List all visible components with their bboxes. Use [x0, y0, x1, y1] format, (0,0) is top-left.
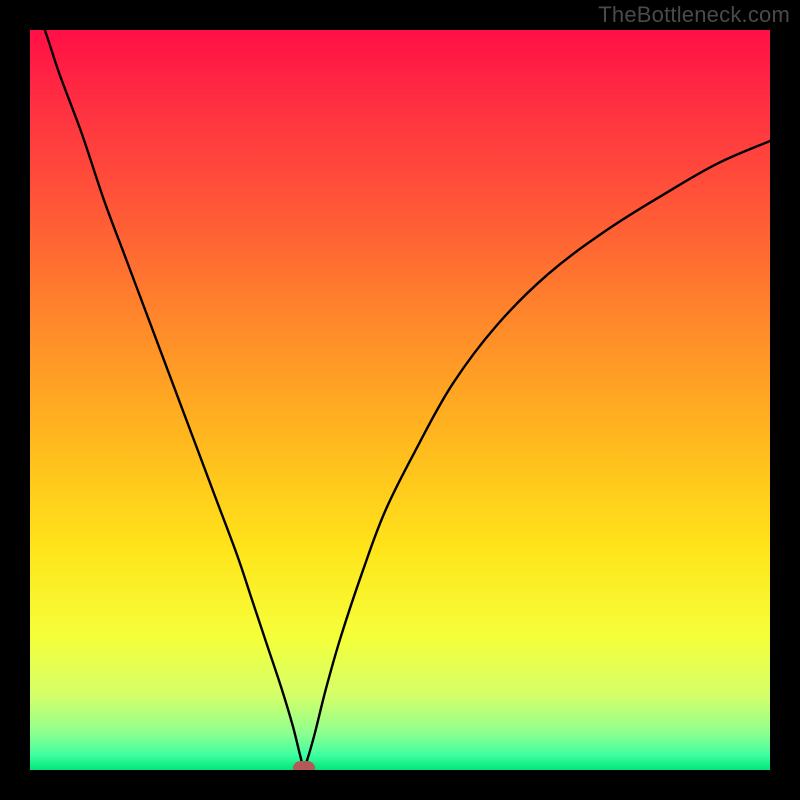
chart-frame: TheBottleneck.com	[0, 0, 800, 800]
plot-area	[30, 30, 770, 770]
optimal-point-marker	[293, 761, 315, 770]
watermark-text: TheBottleneck.com	[598, 2, 790, 28]
bottleneck-curve	[30, 30, 770, 770]
